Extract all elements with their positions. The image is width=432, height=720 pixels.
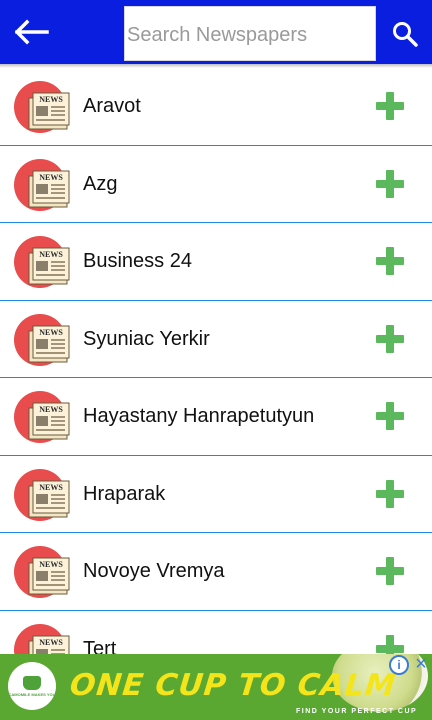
list-item-5[interactable]: NEWS Hayastany Hanrapetutyun [0,378,432,456]
add-button[interactable] [374,323,406,355]
newspaper-icon: NEWS [14,389,70,445]
svg-text:NEWS: NEWS [39,95,63,104]
search-field[interactable] [124,6,376,61]
newspaper-list[interactable]: NEWS Aravot NEWS Azg NEWS Business 24 NE… [0,68,432,654]
add-button[interactable] [374,245,406,277]
add-button[interactable] [374,555,406,587]
plus-icon [376,402,404,430]
newspaper-icon: NEWS [14,312,70,368]
plus-icon [376,634,404,654]
list-item-4[interactable]: NEWS Syuniac Yerkir [0,301,432,378]
plus-icon [376,92,404,120]
newspaper-name: Tert [83,637,117,655]
newspaper-name: Hraparak [83,482,166,505]
add-button[interactable] [374,168,406,200]
add-button[interactable] [374,400,406,432]
svg-text:NEWS: NEWS [39,483,63,492]
newspaper-icon: NEWS [14,234,70,290]
newspaper-name: Novoye Vremya [83,560,225,582]
brand-logo: CAMOMILE MAKES YOU [8,662,56,710]
magnifier-icon [393,21,418,47]
brand-logo-text: CAMOMILE MAKES YOU [8,691,56,697]
plus-icon [376,324,404,353]
newspaper-icon: NEWS [14,544,70,600]
back-button[interactable] [10,12,54,52]
add-button[interactable] [374,90,406,122]
newspaper-name: Syuniac Yerkir [83,327,210,350]
plus-icon [376,557,404,585]
newspaper-icon: NEWS [14,467,70,523]
svg-text:NEWS: NEWS [39,638,63,647]
list-item-7[interactable]: NEWS Novoye Vremya [0,533,432,611]
list-item-1[interactable]: NEWS Aravot [0,68,432,146]
ad-subline: FIND YOUR PERFECT CUP [296,708,418,715]
list-item-2[interactable]: NEWS Azg [0,146,432,223]
svg-text:NEWS: NEWS [39,173,63,182]
search-input[interactable] [125,7,375,60]
newspaper-icon: NEWS [14,622,70,654]
svg-text:NEWS: NEWS [39,560,63,569]
svg-text:NEWS: NEWS [39,328,63,337]
list-item-6[interactable]: NEWS Hraparak [0,456,432,533]
ad-close-icon[interactable]: × [411,654,431,675]
app-bar [0,0,432,64]
newspaper-icon: NEWS [14,157,70,213]
list-item-8[interactable]: NEWS Tert [0,611,432,655]
plus-icon [376,247,404,275]
plus-icon [376,169,404,198]
svg-text:NEWS: NEWS [39,405,63,414]
svg-text:NEWS: NEWS [39,250,63,259]
ad-info-icon[interactable]: i [389,655,409,675]
newspaper-name: Hayastany Hanrapetutyun [83,405,315,427]
ad-banner[interactable]: CAMOMILE MAKES YOU ONE CUP TO CALM FIND … [0,654,432,720]
arrow-left-icon [15,19,49,45]
add-button[interactable] [374,633,406,654]
newspaper-name: Business 24 [83,250,192,272]
newspaper-name: Aravot [83,95,141,117]
ad-headline: ONE CUP TO CALM [68,668,398,703]
plus-icon [376,479,404,508]
list-item-3[interactable]: NEWS Business 24 [0,223,432,301]
search-button[interactable] [378,6,432,61]
add-button[interactable] [374,478,406,510]
newspaper-icon: NEWS [14,79,70,135]
newspaper-name: Azg [83,172,118,195]
